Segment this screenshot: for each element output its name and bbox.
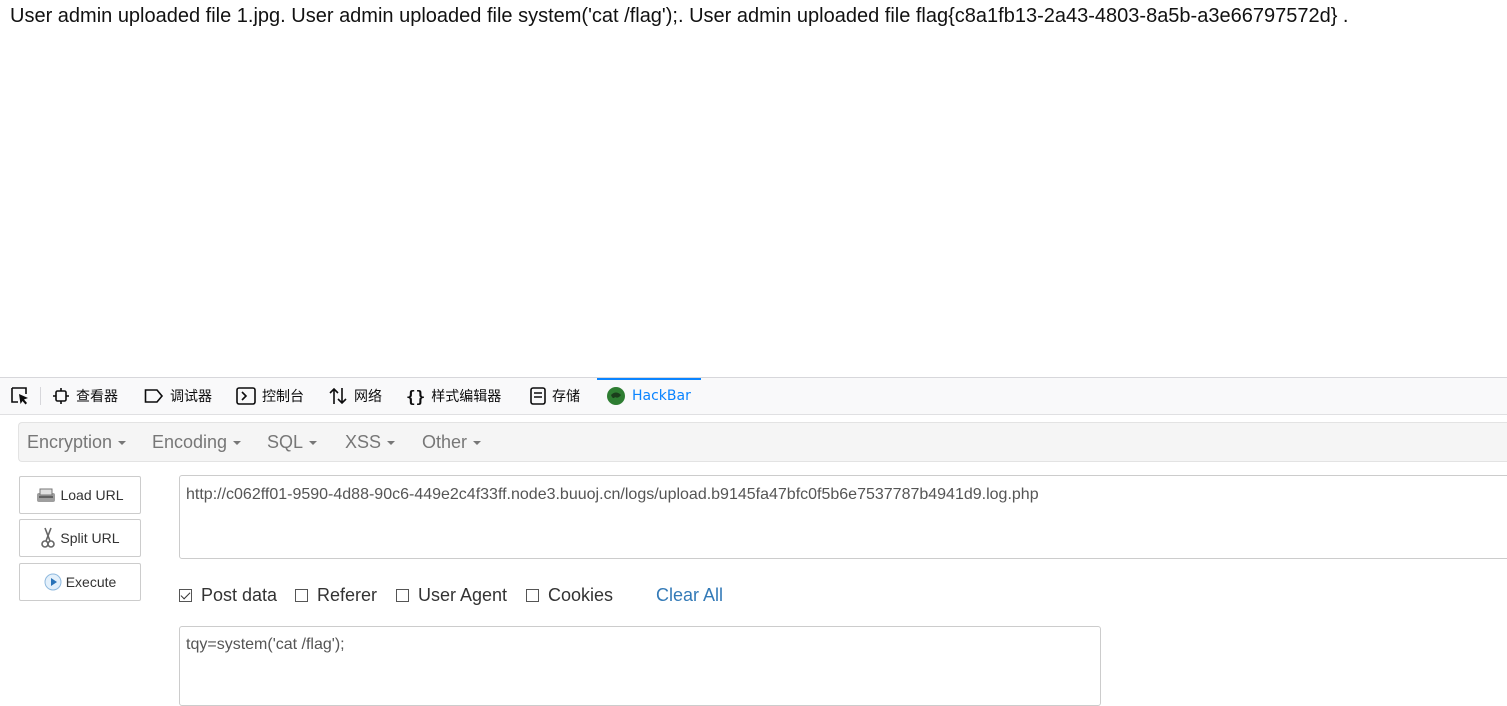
tab-label: 控制台 (262, 389, 304, 405)
button-label: Execute (65, 574, 117, 590)
caret-down-icon (118, 441, 127, 445)
menu-encryption[interactable]: Encryption (27, 423, 127, 461)
post-data-checkbox[interactable] (179, 588, 192, 602)
network-icon (328, 387, 348, 405)
menu-label: Encoding (152, 431, 228, 452)
tab-label: 样式编辑器 (431, 389, 502, 405)
load-url-icon (36, 487, 56, 503)
url-input[interactable]: http://c062ff01-9590-4d88-90c6-449e2c4f3… (179, 475, 1507, 559)
menu-label: Other (422, 431, 468, 452)
menu-label: Encryption (27, 431, 113, 452)
menu-sql[interactable]: SQL (267, 423, 318, 461)
menu-label: SQL (267, 431, 304, 452)
option-label: Post data (201, 584, 278, 605)
tab-label: 查看器 (76, 389, 118, 405)
tab-inspector[interactable]: 查看器 (52, 378, 118, 414)
inspector-icon (52, 387, 70, 405)
tab-style-editor[interactable]: {} 样式编辑器 (406, 378, 501, 414)
devtools-panel: 查看器 调试器 控制台 网络 {} 样式编辑器 存储 HackBar Encry… (0, 377, 1507, 706)
devtools-toolbar: 查看器 调试器 控制台 网络 {} 样式编辑器 存储 HackBar (0, 378, 1507, 415)
play-icon (44, 573, 62, 591)
style-editor-icon: {} (406, 386, 426, 406)
option-label: Cookies (548, 584, 614, 605)
referer-checkbox[interactable] (295, 588, 308, 602)
caret-down-icon (233, 441, 242, 445)
tab-label: 调试器 (170, 389, 212, 405)
menu-label: XSS (345, 431, 382, 452)
tab-label: 网络 (354, 389, 382, 405)
menu-xss[interactable]: XSS (345, 423, 396, 461)
post-data-option[interactable]: Post data (179, 583, 277, 607)
tab-hackbar[interactable]: HackBar (597, 378, 701, 414)
tab-debugger[interactable]: 调试器 (144, 378, 212, 414)
element-picker-button[interactable] (10, 378, 36, 414)
storage-icon (530, 387, 546, 405)
tab-label: HackBar (632, 388, 691, 404)
caret-down-icon (387, 441, 396, 445)
tab-network[interactable]: 网络 (328, 378, 382, 414)
hackbar-icon (606, 386, 626, 406)
tab-label: 存储 (552, 389, 580, 405)
debugger-icon (144, 388, 164, 404)
button-label: Load URL (60, 487, 124, 503)
post-data-input[interactable]: tqy=system('cat /flag'); (179, 626, 1101, 706)
option-label: Referer (317, 584, 378, 605)
menu-encoding[interactable]: Encoding (152, 423, 242, 461)
execute-button[interactable]: Execute (19, 563, 141, 601)
tab-storage[interactable]: 存储 (530, 378, 580, 414)
caret-down-icon (473, 441, 482, 445)
tab-console[interactable]: 控制台 (236, 378, 304, 414)
user-agent-option[interactable]: User Agent (396, 583, 507, 607)
hackbar-menubar: Encryption Encoding SQL XSS Other (18, 422, 1507, 462)
referer-option[interactable]: Referer (295, 583, 377, 607)
user-agent-checkbox[interactable] (396, 588, 409, 602)
scissors-icon (40, 527, 56, 549)
caret-down-icon (309, 441, 318, 445)
option-label: User Agent (418, 584, 508, 605)
hackbar-panel: Encryption Encoding SQL XSS Other Load U… (0, 415, 1507, 706)
element-picker-icon (10, 386, 30, 406)
menu-other[interactable]: Other (422, 423, 482, 461)
split-url-button[interactable]: Split URL (19, 519, 141, 557)
cookies-checkbox[interactable] (526, 588, 539, 602)
page-output-text: User admin uploaded file 1.jpg. User adm… (10, 5, 1349, 27)
toolbar-divider (40, 387, 41, 405)
console-icon (236, 387, 256, 405)
button-label: Split URL (60, 530, 120, 546)
clear-all-link[interactable]: Clear All (656, 583, 723, 607)
cookies-option[interactable]: Cookies (526, 583, 613, 607)
load-url-button[interactable]: Load URL (19, 476, 141, 514)
